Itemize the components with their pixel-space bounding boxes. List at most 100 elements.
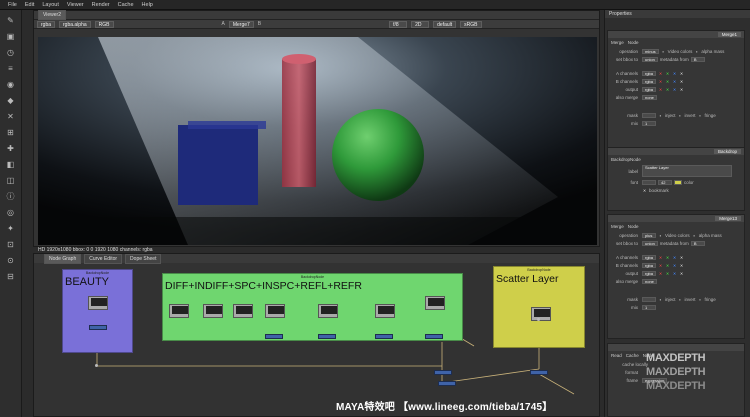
read-node[interactable] bbox=[203, 304, 223, 318]
keyer-icon[interactable]: ✕ bbox=[5, 112, 17, 122]
green-channel-icon[interactable]: ✕ bbox=[665, 79, 670, 84]
tab-merge[interactable]: Merge bbox=[611, 224, 624, 229]
output-select[interactable]: rgba bbox=[642, 86, 657, 92]
merge-node[interactable] bbox=[375, 334, 393, 339]
dot-node[interactable] bbox=[537, 318, 540, 321]
checkbox-icon[interactable]: ▪ bbox=[692, 233, 697, 238]
alpha-channel-icon[interactable]: ✕ bbox=[679, 71, 684, 76]
other-icon[interactable]: ⊙ bbox=[5, 256, 17, 266]
mask-select[interactable] bbox=[642, 112, 656, 118]
read-node[interactable] bbox=[375, 304, 395, 318]
operation-select[interactable]: minus bbox=[642, 48, 659, 54]
channels-select[interactable]: rgba bbox=[37, 20, 56, 28]
merge-node[interactable] bbox=[318, 334, 336, 339]
color-swatch[interactable] bbox=[674, 179, 682, 185]
backdrop-scatter[interactable]: BackdropNode Scatter Layer bbox=[493, 266, 585, 348]
alpha-channel-icon[interactable]: ✕ bbox=[679, 87, 684, 92]
merge-node[interactable] bbox=[425, 334, 443, 339]
tab-node[interactable]: Node bbox=[628, 224, 639, 229]
a-channels-select[interactable]: rgba bbox=[642, 254, 657, 260]
read-node[interactable] bbox=[169, 304, 189, 318]
also-merge-select[interactable]: none bbox=[642, 94, 657, 100]
mix-field[interactable]: 1 bbox=[642, 120, 656, 126]
font-select[interactable] bbox=[642, 179, 656, 185]
red-channel-icon[interactable]: ✕ bbox=[658, 87, 663, 92]
read-node[interactable] bbox=[265, 304, 285, 318]
viewer-canvas[interactable] bbox=[38, 37, 597, 245]
tab-merge[interactable]: Merge bbox=[611, 40, 624, 45]
mask-select[interactable] bbox=[642, 296, 656, 302]
blue-channel-icon[interactable]: ✕ bbox=[672, 79, 677, 84]
output-select[interactable]: rgba bbox=[642, 270, 657, 276]
blue-channel-icon[interactable]: ✕ bbox=[672, 271, 677, 276]
metadata-icon[interactable]: ⓘ bbox=[5, 192, 17, 202]
mix-field[interactable]: 1 bbox=[642, 304, 656, 310]
menu-render[interactable]: Render bbox=[92, 2, 110, 8]
bbox-select[interactable]: union bbox=[642, 240, 658, 246]
menu-file[interactable]: File bbox=[8, 2, 17, 8]
color-icon[interactable]: ◉ bbox=[5, 80, 17, 90]
channel-icon[interactable]: ≡ bbox=[5, 64, 17, 74]
shuffle-node[interactable] bbox=[89, 325, 107, 330]
tab-backdrop[interactable]: BackdropNode bbox=[611, 157, 641, 162]
red-channel-icon[interactable]: ✕ bbox=[658, 71, 663, 76]
alpha-channel-icon[interactable]: ✕ bbox=[679, 271, 684, 276]
red-channel-icon[interactable]: ✕ bbox=[658, 263, 663, 268]
blue-channel-icon[interactable]: ✕ bbox=[672, 71, 677, 76]
node-name[interactable]: Merge13 bbox=[715, 216, 741, 221]
a-channels-select[interactable]: rgba bbox=[642, 70, 657, 76]
font-size-field[interactable]: 42 bbox=[658, 179, 672, 185]
checkbox-icon[interactable]: ▪ bbox=[698, 297, 703, 302]
tab-cache[interactable]: Cache bbox=[626, 353, 639, 358]
merge-node[interactable] bbox=[434, 370, 452, 375]
b-channels-select[interactable]: rgba bbox=[642, 262, 657, 268]
checkbox-icon[interactable]: ▪ bbox=[678, 297, 683, 302]
3d-icon[interactable]: ◧ bbox=[5, 160, 17, 170]
checkbox-icon[interactable]: ▪ bbox=[658, 233, 663, 238]
dot-node[interactable] bbox=[95, 364, 98, 367]
red-channel-icon[interactable]: ✕ bbox=[658, 79, 663, 84]
backdrop-beauty[interactable]: BackdropNode BEAUTY bbox=[62, 269, 133, 353]
alpha-channel-icon[interactable]: ✕ bbox=[679, 79, 684, 84]
checkbox-icon[interactable]: ▪ bbox=[658, 113, 663, 118]
gain-field[interactable]: f/8 bbox=[389, 20, 408, 28]
checkbox-icon[interactable]: ▪ bbox=[658, 297, 663, 302]
input-a-select[interactable]: Merge7 bbox=[228, 20, 254, 28]
menu-layout[interactable]: Layout bbox=[42, 2, 59, 8]
blue-channel-icon[interactable]: ✕ bbox=[672, 87, 677, 92]
image-icon[interactable]: ▣ bbox=[5, 32, 17, 42]
alpha-select[interactable]: rgba.alpha bbox=[59, 20, 91, 28]
checkbox-icon[interactable]: ▪ bbox=[694, 49, 699, 54]
backdrop-passes[interactable]: BackdropNode DIFF+INDIFF+SPC+INSPC+REFL+… bbox=[162, 273, 463, 341]
views-icon[interactable]: ◫ bbox=[5, 176, 17, 186]
eye-icon[interactable]: ◎ bbox=[5, 208, 17, 218]
read-node[interactable] bbox=[88, 296, 108, 310]
menu-viewer[interactable]: Viewer bbox=[67, 2, 84, 8]
checkbox-icon[interactable]: ✕ bbox=[642, 188, 647, 193]
node-name[interactable]: Backdrop bbox=[713, 149, 741, 154]
read-node[interactable] bbox=[531, 307, 551, 321]
also-merge-select[interactable]: none bbox=[642, 278, 657, 284]
lut-select[interactable]: default bbox=[433, 20, 457, 28]
menu-help[interactable]: Help bbox=[142, 2, 153, 8]
red-channel-icon[interactable]: ✕ bbox=[658, 271, 663, 276]
merge-node[interactable] bbox=[530, 370, 548, 375]
output-select[interactable]: sRGB bbox=[460, 20, 482, 28]
merge-icon[interactable]: ⊞ bbox=[5, 128, 17, 138]
bbox-select[interactable]: union bbox=[642, 56, 658, 62]
tab-node[interactable]: Node bbox=[628, 40, 639, 45]
metadata-select[interactable]: B bbox=[690, 56, 705, 62]
label-field[interactable]: Scatter Layer bbox=[642, 165, 732, 177]
node-name[interactable]: Merge1 bbox=[717, 32, 741, 37]
operation-select[interactable]: plus bbox=[642, 232, 656, 238]
plugin-icon[interactable]: ⊟ bbox=[5, 272, 17, 282]
transform-icon[interactable]: ✚ bbox=[5, 144, 17, 154]
checkbox-icon[interactable]: ▪ bbox=[698, 113, 703, 118]
green-channel-icon[interactable]: ✕ bbox=[665, 71, 670, 76]
pen-icon[interactable]: ✎ bbox=[5, 16, 17, 26]
merge-node[interactable] bbox=[265, 334, 283, 339]
blue-channel-icon[interactable]: ✕ bbox=[672, 263, 677, 268]
tab-read[interactable]: Read bbox=[611, 353, 622, 358]
checkbox-icon[interactable]: ▪ bbox=[661, 49, 666, 54]
menu-edit[interactable]: Edit bbox=[25, 2, 34, 8]
